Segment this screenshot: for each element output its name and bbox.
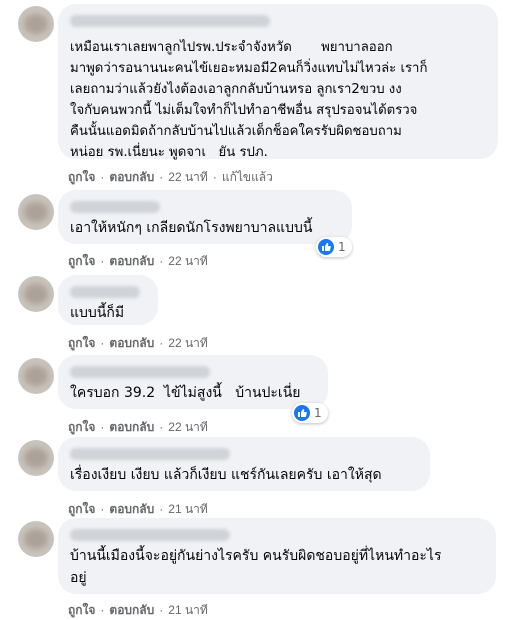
comment-actions: ถูกใจ · ตอบกลับ · 22 นาที bbox=[68, 254, 208, 268]
timestamp[interactable]: 21 นาที bbox=[168, 603, 208, 617]
like-link[interactable]: ถูกใจ bbox=[68, 603, 95, 617]
comment-actions: ถูกใจ · ตอบกลับ · 22 นาที bbox=[68, 420, 208, 434]
edited-label: แก้ไขแล้ว bbox=[221, 170, 273, 184]
comment-actions: ถูกใจ · ตอบกลับ · 21 นาที bbox=[68, 603, 208, 617]
commenter-name[interactable] bbox=[70, 529, 230, 541]
comment-text: เหมือนเราเลยพาลูกไปรพ.ประจำจังหวัด พยาบา… bbox=[70, 40, 428, 160]
comment-bubble: แบบนี้ก็มี bbox=[58, 275, 158, 325]
commenter-name[interactable] bbox=[70, 286, 140, 298]
timestamp[interactable]: 22 นาที bbox=[168, 170, 208, 184]
like-link[interactable]: ถูกใจ bbox=[68, 170, 95, 184]
like-link[interactable]: ถูกใจ bbox=[68, 254, 95, 268]
reply-link[interactable]: ตอบกลับ bbox=[109, 420, 154, 434]
comment-actions: ถูกใจ · ตอบกลับ · 22 นาที bbox=[68, 336, 208, 350]
comment-text: ใครบอก 39.2 ไข้ไม่สูงนี้ บ้านปะเนี่ย bbox=[70, 385, 301, 401]
avatar[interactable] bbox=[18, 440, 54, 476]
reaction-count[interactable]: 1 bbox=[316, 237, 352, 257]
comment-text: แบบนี้ก็มี bbox=[70, 305, 125, 321]
commenter-name[interactable] bbox=[70, 448, 230, 460]
avatar[interactable] bbox=[18, 521, 54, 557]
timestamp[interactable]: 22 นาที bbox=[168, 420, 208, 434]
comment-bubble: เหมือนเราเลยพาลูกไปรพ.ประจำจังหวัด พยาบา… bbox=[58, 4, 498, 160]
like-link[interactable]: ถูกใจ bbox=[68, 420, 95, 434]
comment-bubble: เรื่องเงียบ เงียบ แล้วก็เงียบ แชร์กันเลย… bbox=[58, 437, 430, 491]
avatar[interactable] bbox=[18, 194, 54, 230]
timestamp[interactable]: 21 นาที bbox=[168, 502, 208, 516]
comment-bubble: ใครบอก 39.2 ไข้ไม่สูงนี้ บ้านปะเนี่ย bbox=[58, 355, 328, 409]
reaction-number: 1 bbox=[314, 406, 322, 420]
comment-bubble: เอาให้หนักๆ เกลียดนักโรงพยาบาลแบบนี้ bbox=[58, 190, 352, 244]
avatar[interactable] bbox=[18, 6, 54, 42]
comment-bubble: บ้านนี้เมืองนี้จะอยู่กันย่างไรครับ คนรับ… bbox=[58, 518, 496, 594]
like-link[interactable]: ถูกใจ bbox=[68, 502, 95, 516]
avatar[interactable] bbox=[18, 276, 54, 312]
avatar[interactable] bbox=[18, 358, 54, 394]
comment-actions: ถูกใจ · ตอบกลับ · 22 นาที · แก้ไขแล้ว bbox=[68, 170, 273, 184]
reply-link[interactable]: ตอบกลับ bbox=[109, 254, 154, 268]
comment-text: เรื่องเงียบ เงียบ แล้วก็เงียบ แชร์กันเลย… bbox=[70, 467, 382, 483]
comment-text: เอาให้หนักๆ เกลียดนักโรงพยาบาลแบบนี้ bbox=[70, 220, 313, 236]
reply-link[interactable]: ตอบกลับ bbox=[109, 170, 154, 184]
comment-actions: ถูกใจ · ตอบกลับ · 21 นาที bbox=[68, 502, 208, 516]
reaction-count[interactable]: 1 bbox=[292, 403, 328, 423]
timestamp[interactable]: 22 นาที bbox=[168, 336, 208, 350]
reply-link[interactable]: ตอบกลับ bbox=[109, 603, 154, 617]
reaction-number: 1 bbox=[338, 240, 346, 254]
comment-text: บ้านนี้เมืองนี้จะอยู่กันย่างไรครับ คนรับ… bbox=[70, 548, 442, 586]
like-icon bbox=[318, 239, 334, 255]
reply-link[interactable]: ตอบกลับ bbox=[109, 502, 154, 516]
like-icon bbox=[294, 405, 310, 421]
commenter-name[interactable] bbox=[70, 366, 210, 378]
commenter-name[interactable] bbox=[70, 15, 270, 27]
like-link[interactable]: ถูกใจ bbox=[68, 336, 95, 350]
commenter-name[interactable] bbox=[70, 201, 160, 213]
reply-link[interactable]: ตอบกลับ bbox=[109, 336, 154, 350]
timestamp[interactable]: 22 นาที bbox=[168, 254, 208, 268]
